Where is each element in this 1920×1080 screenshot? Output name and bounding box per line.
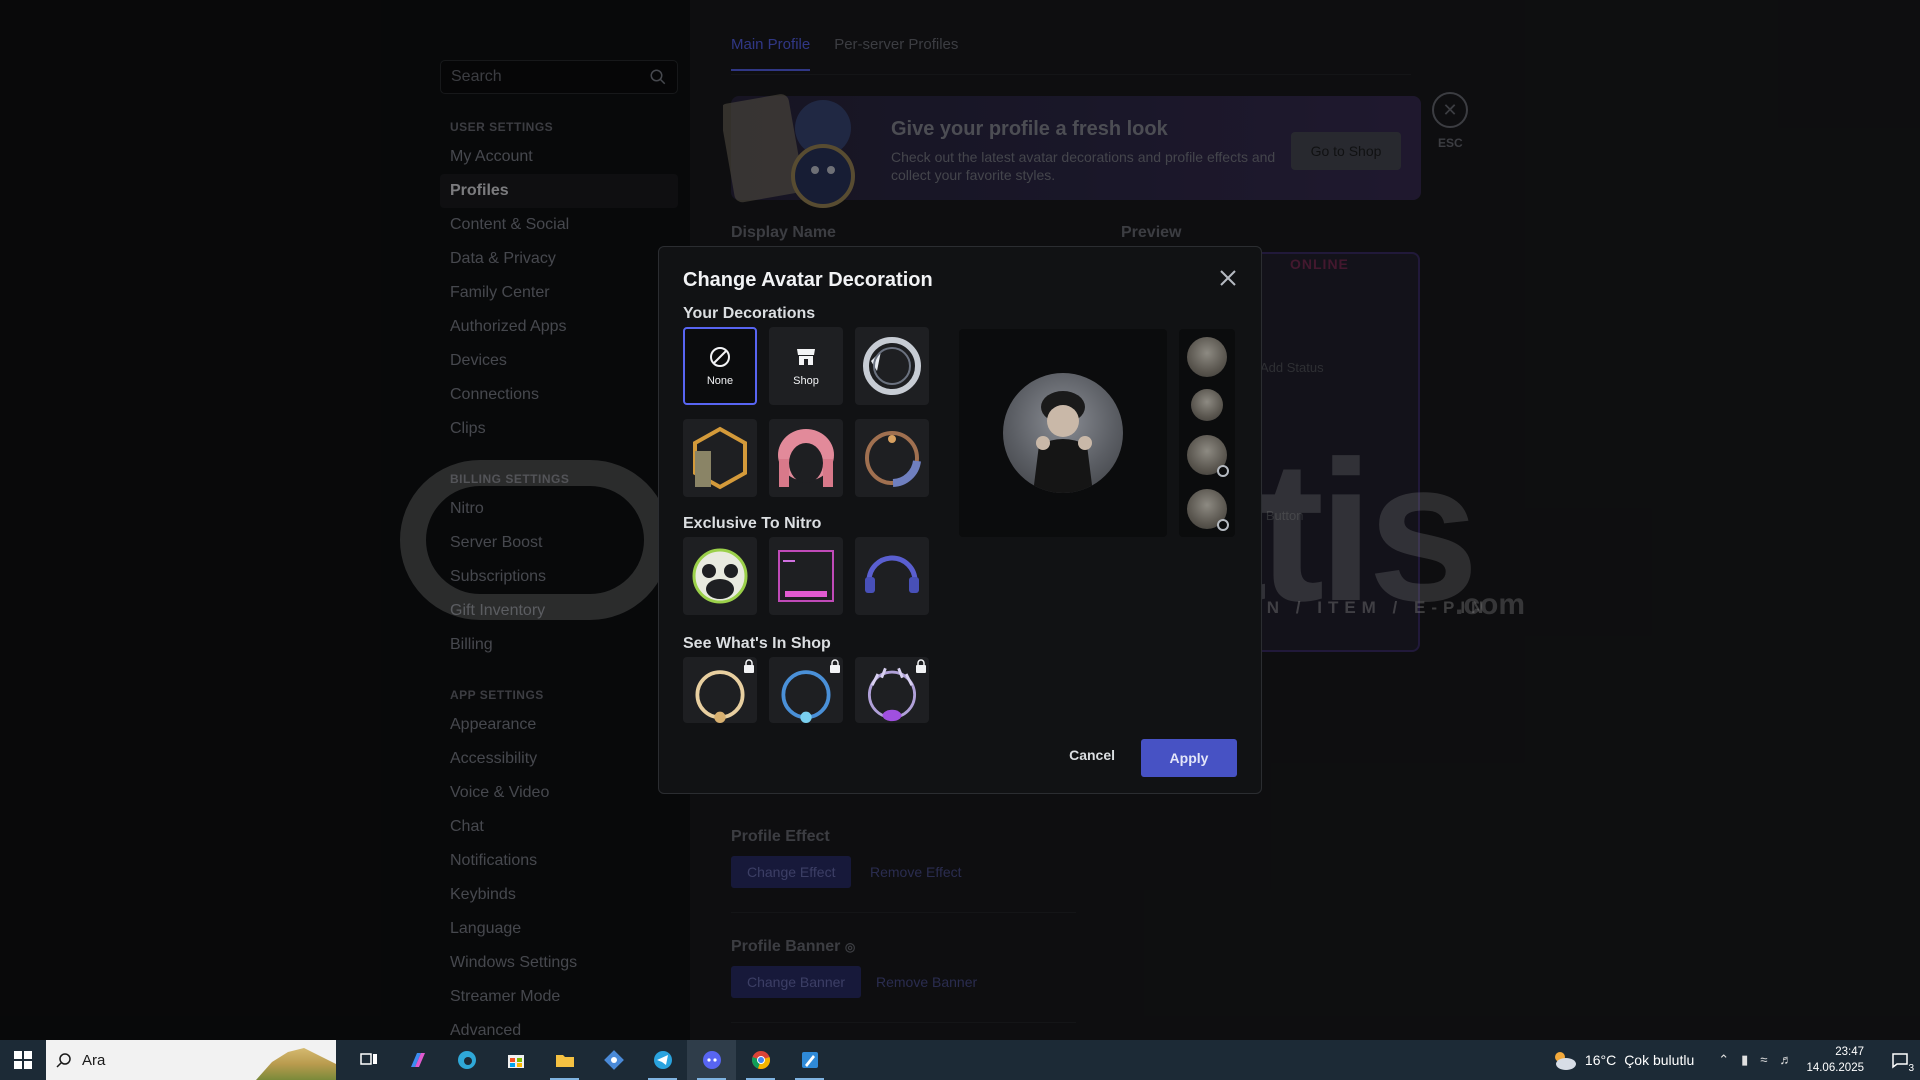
panda-decoration-icon <box>692 548 748 604</box>
user-avatar-image-icon <box>1033 391 1093 493</box>
shop-icon <box>797 349 815 365</box>
volume-icon[interactable]: ♬ <box>1779 1052 1792 1068</box>
change-avatar-decoration-modal: Change Avatar Decoration Your Decoration… <box>658 246 1262 794</box>
clock-time: 23:47 <box>1835 1046 1864 1058</box>
shop-label: Shop <box>793 375 819 387</box>
telegram-icon <box>653 1051 672 1069</box>
clock-date: 14.06.2025 <box>1806 1062 1864 1074</box>
decoration-item[interactable] <box>683 419 757 497</box>
folder-icon <box>555 1055 574 1067</box>
copilot-app[interactable] <box>393 1040 442 1080</box>
exclusive-nitro-header: Exclusive To Nitro <box>683 515 822 532</box>
store-app[interactable] <box>491 1040 540 1080</box>
taskbar-apps <box>344 1040 834 1080</box>
decoration-none[interactable]: None <box>683 327 757 405</box>
task-view-icon <box>359 1053 377 1065</box>
store-icon <box>507 1055 524 1068</box>
battery-icon[interactable]: ▮ <box>1741 1052 1748 1068</box>
decoration-preview <box>959 329 1167 537</box>
discord-icon <box>702 1051 721 1069</box>
windows-taskbar: Ara 16°C Çok bulutlu ⌃ ▮ ≈ ♬ 23:47 14.06… <box>0 1040 1920 1080</box>
notification-count: 3 <box>1908 1063 1914 1074</box>
preview-size-list <box>1179 329 1235 537</box>
nitro-decoration-item[interactable] <box>683 537 757 615</box>
see-shop-header: See What's In Shop <box>683 635 831 652</box>
headphones-decoration-icon <box>865 555 919 593</box>
preview-mini-avatar <box>1187 337 1227 377</box>
modal-title: Change Avatar Decoration <box>683 269 933 291</box>
utility-icon <box>603 1050 624 1070</box>
cloudy-weather-icon <box>1554 1052 1576 1070</box>
decoration-item[interactable] <box>769 419 843 497</box>
none-icon <box>710 347 730 367</box>
taskbar-search-text: Ara <box>82 1051 106 1069</box>
chevron-up-icon[interactable]: ⌃ <box>1718 1052 1729 1068</box>
search-icon <box>56 1053 71 1068</box>
task-view-button[interactable] <box>344 1040 393 1080</box>
wifi-icon[interactable]: ≈ <box>1760 1052 1767 1068</box>
your-decorations-header: Your Decorations <box>683 305 816 322</box>
apply-button[interactable]: Apply <box>1141 739 1237 777</box>
start-button[interactable] <box>0 1040 46 1080</box>
edge-app[interactable] <box>442 1040 491 1080</box>
taskbar-clock[interactable]: 23:47 14.06.2025 <box>1806 1044 1864 1076</box>
telegram-app[interactable] <box>638 1040 687 1080</box>
modal-close-button[interactable] <box>1215 265 1241 291</box>
cancel-button[interactable]: Cancel <box>1069 747 1115 763</box>
notification-center[interactable]: 3 <box>1880 1040 1920 1080</box>
copilot-icon <box>410 1053 425 1067</box>
editor-icon <box>801 1052 818 1068</box>
pink-hair-decoration-icon <box>778 429 834 487</box>
neon-frame-decoration-icon <box>778 550 834 602</box>
taskbar-search[interactable]: Ara <box>46 1040 336 1080</box>
nitro-decoration-item[interactable] <box>769 537 843 615</box>
lock-icon <box>744 659 754 673</box>
lock-icon <box>916 659 926 673</box>
avatar-preview <box>1003 373 1123 493</box>
silver-ring-decoration-icon <box>863 337 921 395</box>
shop-decoration-item[interactable] <box>855 657 929 723</box>
editor-app[interactable] <box>785 1040 834 1080</box>
lock-icon <box>830 659 840 673</box>
weather-desc: Çok bulutlu <box>1624 1052 1695 1068</box>
system-tray: 16°C Çok bulutlu ⌃ ▮ ≈ ♬ 23:47 14.06.202… <box>1551 1040 1920 1080</box>
utility-app[interactable] <box>589 1040 638 1080</box>
search-highlight-icon <box>256 1048 336 1080</box>
file-explorer-app[interactable] <box>540 1040 589 1080</box>
status-icon <box>1217 519 1229 531</box>
bronze-ring-decoration-icon <box>865 431 921 487</box>
preview-mini-avatar <box>1187 435 1229 477</box>
decoration-item[interactable] <box>855 327 929 405</box>
close-icon <box>1220 270 1236 286</box>
edge-icon <box>457 1051 476 1069</box>
hexagon-decoration-icon <box>693 426 747 490</box>
weather-widget[interactable]: 16°C Çok bulutlu <box>1551 1049 1694 1071</box>
chrome-icon <box>751 1051 770 1070</box>
preview-mini-avatar <box>1191 389 1223 421</box>
status-icon <box>1217 465 1229 477</box>
weather-temp: 16°C <box>1584 1052 1617 1068</box>
preview-mini-avatar <box>1187 489 1229 531</box>
nitro-decoration-item[interactable] <box>855 537 929 615</box>
notification-icon <box>1892 1053 1908 1069</box>
decoration-item[interactable] <box>855 419 929 497</box>
windows-icon <box>14 1051 32 1069</box>
shop-decoration-item[interactable] <box>769 657 843 723</box>
shop-decoration-item[interactable] <box>683 657 757 723</box>
none-label: None <box>706 375 734 387</box>
decoration-shop[interactable]: Shop <box>769 327 843 405</box>
tray-icons: ⌃ ▮ ≈ ♬ <box>1718 1052 1792 1068</box>
chrome-app[interactable] <box>736 1040 785 1080</box>
discord-app[interactable] <box>687 1040 736 1080</box>
